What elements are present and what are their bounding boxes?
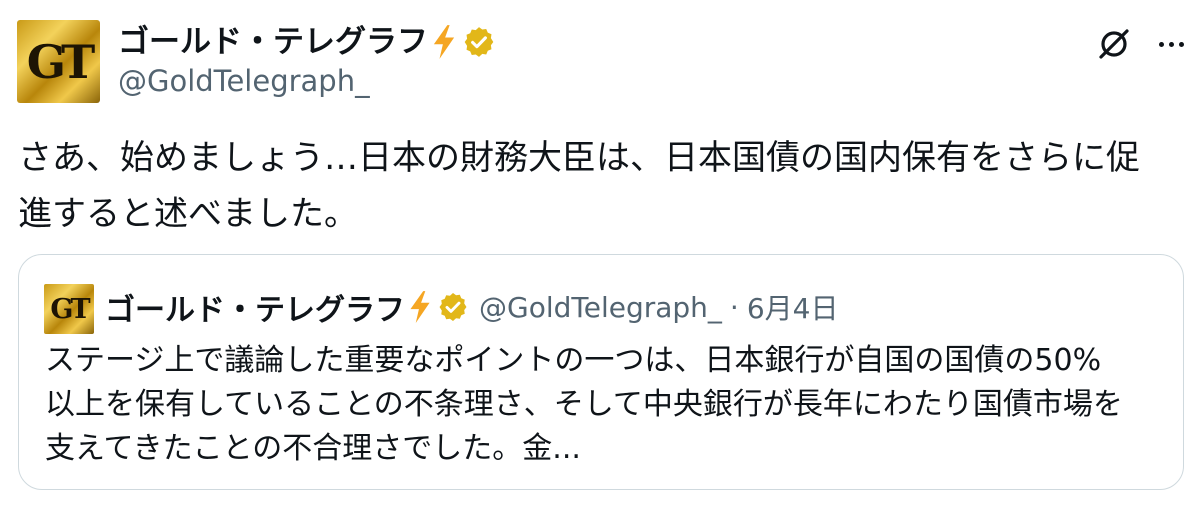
more-icon[interactable]	[1151, 24, 1191, 64]
lightning-icon	[433, 25, 455, 59]
more-dot	[1178, 41, 1184, 47]
tweet-text: さあ、始めましょう…日本の財務大臣は、日本国債の国内保有をさらに促 進すると述べ…	[18, 138, 1140, 234]
author-name-row: ゴールド・テレグラフ	[118, 22, 496, 62]
author-avatar[interactable]: GT	[17, 20, 100, 103]
author-display-name[interactable]: ゴールド・テレグラフ	[118, 22, 428, 62]
gold-verified-icon[interactable]	[462, 25, 496, 59]
more-dot	[1158, 41, 1164, 47]
gold-verified-icon	[439, 293, 467, 321]
quoted-header: ゴールド・テレグラフ @GoldTelegraph_ · 6月4日	[105, 285, 838, 329]
quoted-text: ステージ上で議論した重要なポイントの一つは、日本銀行が自国の国債の50% 以上を…	[45, 343, 1123, 466]
quoted-author-avatar[interactable]: GT	[44, 284, 94, 334]
quoted-tweet-card[interactable]: GT ゴールド・テレグラフ @GoldTelegraph_ · 6月4日 ステー…	[18, 254, 1184, 490]
grok-icon[interactable]	[1094, 24, 1134, 64]
quoted-separator: ·	[729, 290, 739, 324]
quoted-handle: @GoldTelegraph_	[479, 290, 722, 324]
more-dot	[1168, 41, 1174, 47]
avatar-monogram: GT	[26, 34, 96, 89]
quoted-date[interactable]: 6月4日	[747, 287, 839, 327]
quoted-avatar-monogram: GT	[50, 293, 90, 325]
lightning-icon	[410, 291, 430, 323]
author-handle[interactable]: @GoldTelegraph_	[118, 64, 370, 98]
quoted-display-name[interactable]: ゴールド・テレグラフ	[105, 285, 405, 329]
